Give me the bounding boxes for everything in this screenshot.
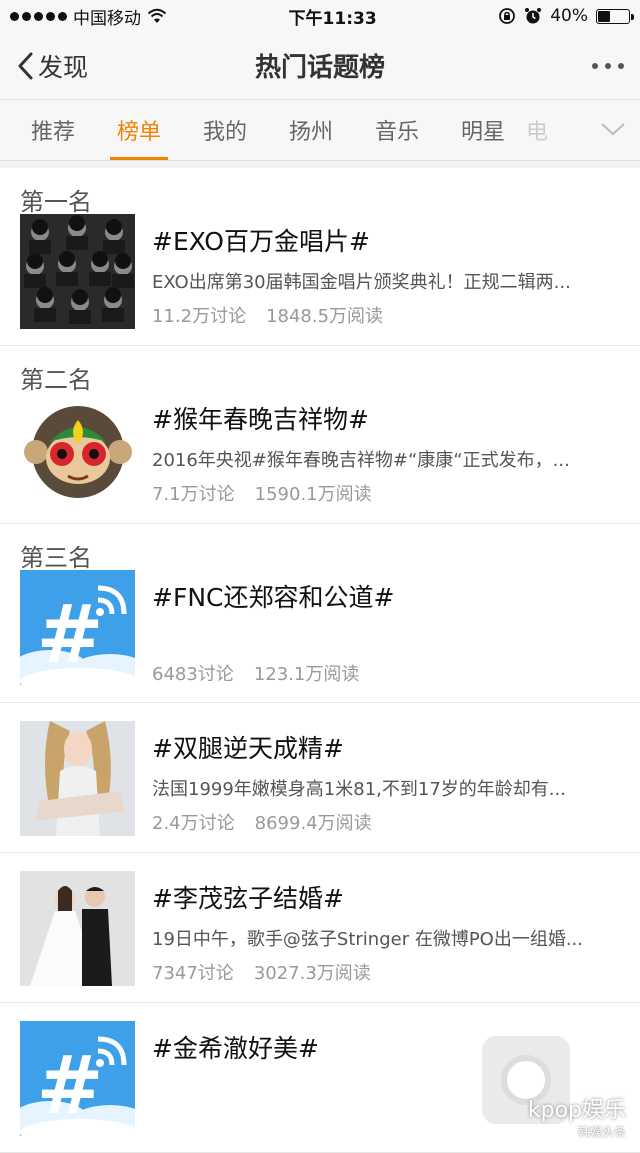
more-options-button[interactable] [592,62,624,69]
tab-6[interactable]: 电 [526,100,576,160]
topic-item[interactable]: #李茂弦子结婚# 19日中午，歌手@弦子Stringer 在微博PO出一组婚...… [0,853,640,1003]
topic-thumbnail [20,721,135,836]
read-count: 1848.5万阅读 [266,306,384,327]
discussion-count: 2.4万讨论 [152,813,235,834]
tab-0[interactable]: 推荐 [10,100,96,160]
topic-thumbnail: # [20,1021,135,1136]
discussion-count: 7347讨论 [152,963,234,984]
topic-description: 19日中午，歌手@弦子Stringer 在微博PO出一组婚... [152,929,584,950]
alarm-icon [525,8,542,24]
topic-stats: 2.4万讨论 8699.4万阅读 [152,809,620,835]
topic-thumbnail [20,871,135,986]
status-right: 40% [498,6,634,26]
tab-4[interactable]: 音乐 [354,100,440,160]
topic-row: #李茂弦子结婚# 19日中午，歌手@弦子Stringer 在微博PO出一组婚...… [20,871,640,1002]
tab-1[interactable]: 榜单 [96,100,182,160]
topic-list: 第一名 #EXO百万金唱片# EXO出席第30届韩国金唱片颁奖典礼！正规二辑两...… [0,168,640,1153]
topic-row: #猴年春晚吉祥物# 2016年央视#猴年春晚吉祥物#“康康“正式发布，... 7.1… [20,392,640,523]
battery-icon [595,8,634,24]
topic-row: #双腿逆天成精# 法国1999年嫩模身高1米81,不到17岁的年龄却有... 2.4… [20,721,640,852]
topic-item[interactable]: 第一名 #EXO百万金唱片# EXO出席第30届韩国金唱片颁奖典礼！正规二辑两...… [0,168,640,346]
nav-bar: 发现 热门话题榜 [0,32,640,100]
tab-2[interactable]: 我的 [182,100,268,160]
topic-description: 2016年央视#猴年春晚吉祥物#“康康“正式发布，... [152,450,570,471]
watermark-subtext: 韩娱头条 [577,1125,626,1139]
rank-label: 第三名 [20,544,92,572]
watermark: kpop娱乐 韩娱头条 [456,1032,626,1139]
topic-title: #EXO百万金唱片# [152,227,370,256]
carrier-label: 中国移动 [73,8,141,29]
topic-item[interactable]: #双腿逆天成精# 法国1999年嫩模身高1米81,不到17岁的年龄却有... 2.4… [0,703,640,853]
watermark-text: kpop娱乐 [527,1098,626,1123]
topic-info: #FNC还郑容和公道# 6483讨论 123.1万阅读 [152,570,640,686]
page-title: 热门话题榜 [254,53,385,83]
svg-text:#: # [36,1039,103,1132]
topic-item[interactable]: 第二名 #猴年春晚吉祥物# 2016年央视#猴年春晚吉祥物#“康康“正式发布，...… [0,346,640,524]
rotation-lock-icon [499,8,516,24]
discussion-count: 6483讨论 [152,664,234,685]
discussion-count: 11.2万讨论 [152,306,247,327]
signal-icon [10,11,67,21]
clock: 下午11:33 [288,8,377,29]
topic-stats: 7.1万讨论 1590.1万阅读 [152,480,620,506]
read-count: 8699.4万阅读 [254,813,372,834]
discussion-count: 7.1万讨论 [152,484,235,505]
read-count: 3027.3万阅读 [253,963,371,984]
topic-stats: 7347讨论 3027.3万阅读 [152,959,620,985]
topic-thumbnail [20,214,135,329]
back-label: 发现 [38,52,89,82]
topic-stats: 11.2万讨论 1848.5万阅读 [152,302,620,328]
topic-title: #猴年春晚吉祥物# [152,405,369,434]
topic-row: # #FNC还郑容和公道# 6483讨论 123.1万阅读 [20,570,640,702]
tab-bar: 推荐 榜单 我的 扬州 音乐 明星电 [0,100,640,161]
read-count: 1590.1万阅读 [254,484,372,505]
topic-title: #双腿逆天成精# [152,734,344,763]
topic-thumbnail: # [20,570,135,685]
read-count: 123.1万阅读 [253,664,360,685]
back-button[interactable]: 发现 [16,48,88,84]
chevron-left-icon [18,52,33,79]
status-bar: 中国移动 下午11:33 40% [0,0,640,32]
topic-info: #李茂弦子结婚# 19日中午，歌手@弦子Stringer 在微博PO出一组婚...… [152,871,640,985]
battery-percent: 40% [550,6,588,26]
battery-fill [597,10,610,22]
topic-info: #双腿逆天成精# 法国1999年嫩模身高1米81,不到17岁的年龄却有... 2.4… [152,721,640,835]
chevron-down-icon[interactable] [600,120,626,138]
wifi-icon [147,8,167,23]
topic-stats: 6483讨论 123.1万阅读 [152,660,620,686]
topic-thumbnail [20,392,135,507]
tab-5[interactable]: 明星 [440,100,526,160]
topic-item[interactable]: 第三名 # #FNC还郑容和公道# 6483讨论 123.1万阅读 [0,524,640,703]
topic-row: #EXO百万金唱片# EXO出席第30届韩国金唱片颁奖典礼！正规二辑两... 11.… [20,214,640,345]
rank-label: 第二名 [20,366,92,394]
topic-title: #李茂弦子结婚# [152,884,344,913]
rank-label: 第一名 [20,188,92,216]
topic-info: #猴年春晚吉祥物# 2016年央视#猴年春晚吉祥物#“康康“正式发布，... 7.1… [152,392,640,506]
topic-title: #FNC还郑容和公道# [152,583,395,612]
svg-text:#: # [36,588,103,681]
topic-description: 法国1999年嫩模身高1米81,不到17岁的年龄却有... [152,779,566,800]
topic-info: #EXO百万金唱片# EXO出席第30届韩国金唱片颁奖典礼！正规二辑两... 11.… [152,214,640,328]
topic-description: EXO出席第30届韩国金唱片颁奖典礼！正规二辑两... [152,272,571,293]
status-left: 中国移动 [10,4,167,29]
tab-3[interactable]: 扬州 [268,100,354,160]
